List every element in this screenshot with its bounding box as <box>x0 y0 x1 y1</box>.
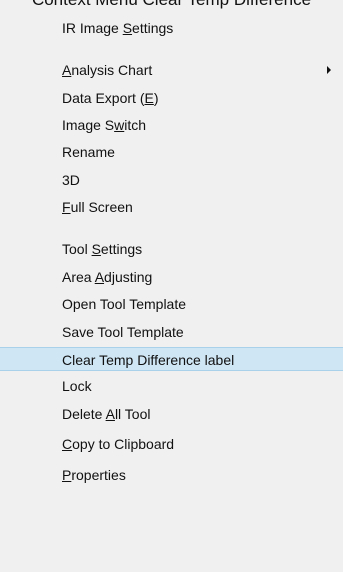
menu-item-3d[interactable]: 3D <box>0 168 343 192</box>
menu-item-label: Analysis Chart <box>62 62 153 78</box>
menu-item-label: Properties <box>62 467 126 483</box>
menu-item-copy-to-clipboard[interactable]: Copy to Clipboard <box>0 432 343 456</box>
menu-item-label: Image Switch <box>62 117 147 133</box>
menu-item-label: Lock <box>62 378 92 394</box>
menu-item-tool-settings[interactable]: Tool Settings <box>0 237 343 261</box>
menu-item-data-export[interactable]: Data Export (E) <box>0 86 343 110</box>
menu-item-label: Full Screen <box>62 199 133 215</box>
menu-item-open-tool-template[interactable]: Open Tool Template <box>0 292 343 316</box>
context-menu: Context Menu Clear Temp Difference IR Im… <box>0 0 343 572</box>
menu-item-rename[interactable]: Rename <box>0 140 343 164</box>
menu-item-label: 3D <box>62 172 80 188</box>
menu-item-label: Data Export (E) <box>62 90 159 106</box>
menu-item-ir-image-settings[interactable]: IR Image Settings <box>0 16 343 40</box>
menu-item-label: Copy to Clipboard <box>62 436 175 452</box>
menu-item-label: Delete All Tool <box>62 406 151 422</box>
submenu-arrow-icon <box>327 66 331 74</box>
menu-item-properties[interactable]: Properties <box>0 463 343 487</box>
menu-item-lock[interactable]: Lock <box>0 374 343 398</box>
menu-item-label: Area Adjusting <box>62 269 153 285</box>
menu-item-full-screen[interactable]: Full Screen <box>0 195 343 219</box>
menu-item-save-tool-template[interactable]: Save Tool Template <box>0 320 343 344</box>
menu-item-delete-all-tool[interactable]: Delete All Tool <box>0 402 343 426</box>
menu-item-analysis-chart[interactable]: Analysis Chart <box>0 58 343 82</box>
menu-item-label: Save Tool Template <box>62 324 184 340</box>
menu-item-label: Open Tool Template <box>62 296 187 312</box>
menu-item-label: Clear Temp Difference label <box>62 352 235 368</box>
menu-item-label: Tool Settings <box>62 241 143 257</box>
cut-off-title: Context Menu Clear Temp Difference <box>0 0 343 9</box>
menu-item-label: Rename <box>62 144 115 160</box>
menu-item-clear-temp-difference-label[interactable]: Clear Temp Difference label <box>0 347 343 371</box>
menu-item-label: IR Image Settings <box>62 20 174 36</box>
menu-item-area-adjusting[interactable]: Area Adjusting <box>0 265 343 289</box>
menu-item-image-switch[interactable]: Image Switch <box>0 113 343 137</box>
